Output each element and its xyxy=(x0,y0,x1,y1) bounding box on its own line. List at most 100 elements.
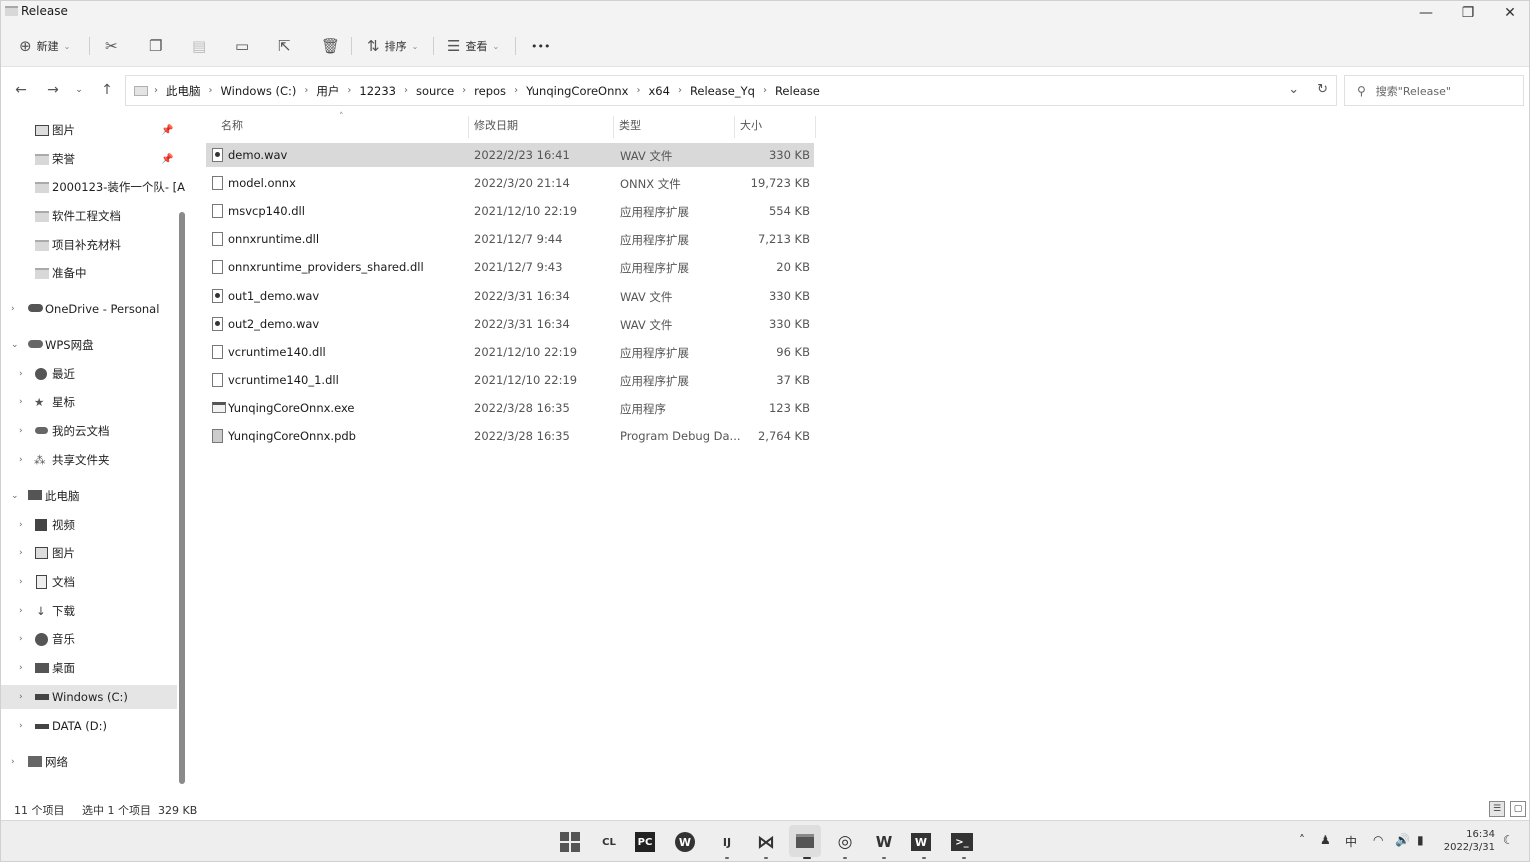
column-header-type[interactable]: 类型 xyxy=(619,112,641,138)
file-row[interactable]: out1_demo.wav 2022/3/31 16:34 WAV 文件 330… xyxy=(206,284,814,308)
file-row[interactable]: vcruntime140_1.dll 2021/12/10 22:19 应用程序… xyxy=(206,368,814,392)
search-box[interactable]: ⚲ 搜索"Release" xyxy=(1344,75,1524,106)
sidebar-item-downloads[interactable]: › ↓ 下载 xyxy=(1,599,177,623)
crumb[interactable]: Windows (C:) xyxy=(221,84,297,98)
column-header-size[interactable]: 大小 xyxy=(740,112,762,138)
baidu-app-icon[interactable]: W xyxy=(675,832,695,852)
maximize-button[interactable]: ❐ xyxy=(1447,1,1489,25)
delete-button[interactable]: 🗑 xyxy=(321,34,340,58)
sidebar-item-videos[interactable]: › 视频 xyxy=(1,513,177,537)
column-divider[interactable] xyxy=(815,116,816,138)
address-history-chevron-icon[interactable]: ⌄ xyxy=(1288,82,1299,97)
sidebar-item-cloud-docs[interactable]: › 我的云文档 xyxy=(1,419,177,443)
sidebar-scrollbar[interactable] xyxy=(179,212,185,784)
sidebar-item-team-folder[interactable]: 2000123-装作一个队- [A xyxy=(1,175,185,199)
crumb[interactable]: Release_Yq xyxy=(690,84,755,98)
file-row[interactable]: msvcp140.dll 2021/12/10 22:19 应用程序扩展 554… xyxy=(206,199,814,223)
clion-app-icon[interactable]: CL xyxy=(596,829,622,855)
crumb[interactable]: x64 xyxy=(648,84,669,98)
address-bar[interactable]: › 此电脑 › Windows (C:) › 用户 › 12233 › sour… xyxy=(125,75,1337,106)
minimize-button[interactable]: — xyxy=(1405,1,1447,25)
battery-icon[interactable]: ▮ xyxy=(1417,833,1424,847)
file-explorer-taskbar-icon[interactable] xyxy=(789,825,821,857)
chevron-right-icon[interactable]: › xyxy=(19,721,23,731)
system-clock[interactable]: 16:34 2022/3/31 xyxy=(1441,828,1495,854)
crumb-current[interactable]: Release xyxy=(775,84,820,98)
file-row[interactable]: YunqingCoreOnnx.pdb 2022/3/28 16:35 Prog… xyxy=(206,424,814,448)
chevron-right-icon[interactable]: › xyxy=(19,606,23,616)
sidebar-item-pictures[interactable]: › 图片 xyxy=(1,541,177,565)
sidebar-item-this-pc[interactable]: ⌄ 此电脑 xyxy=(1,484,177,508)
crumb[interactable]: repos xyxy=(474,84,506,98)
chevron-right-icon[interactable]: › xyxy=(19,548,23,558)
sidebar-item-software-docs[interactable]: 软件工程文档 xyxy=(1,204,177,228)
word-icon[interactable]: W xyxy=(911,833,931,851)
sidebar-item-preparing[interactable]: 准备中 xyxy=(1,261,177,285)
input-method-indicator[interactable]: 中 xyxy=(1345,833,1357,850)
chevron-right-icon[interactable]: › xyxy=(19,455,23,465)
volume-icon[interactable]: 🔊 xyxy=(1395,833,1410,847)
chevron-right-icon[interactable]: › xyxy=(19,520,23,530)
sidebar-item-starred[interactable]: › ★ 星标 xyxy=(1,390,177,414)
chevron-right-icon[interactable]: › xyxy=(19,369,23,379)
notification-moon-icon[interactable]: ☾ xyxy=(1503,833,1514,847)
column-divider[interactable] xyxy=(468,116,469,138)
close-button[interactable]: ✕ xyxy=(1489,1,1530,25)
file-row[interactable]: demo.wav 2022/2/23 16:41 WAV 文件 330 KB xyxy=(206,143,814,167)
chevron-right-icon[interactable]: › xyxy=(19,663,23,673)
crumb[interactable]: YunqingCoreOnnx xyxy=(526,84,628,98)
refresh-icon[interactable]: ↻ xyxy=(1317,82,1328,97)
chevron-up-icon[interactable]: ˄ xyxy=(1299,833,1305,847)
file-row[interactable]: onnxruntime.dll 2021/12/7 9:44 应用程序扩展 7,… xyxy=(206,227,814,251)
sidebar-item-documents[interactable]: › 文档 xyxy=(1,570,177,594)
pycharm-app-icon[interactable]: PC xyxy=(635,832,655,852)
sidebar-item-windows-c[interactable]: › Windows (C:) xyxy=(1,685,177,709)
chevron-right-icon[interactable]: › xyxy=(19,634,23,644)
forward-button[interactable]: → xyxy=(43,80,63,100)
sidebar-item-wps-drive[interactable]: ⌄ WPS网盘 xyxy=(1,333,177,357)
view-button[interactable]: ☰ 查看 ⌄ xyxy=(447,34,499,58)
sidebar-item-data-d[interactable]: › DATA (D:) xyxy=(1,714,177,738)
wifi-icon[interactable]: ◠ xyxy=(1373,833,1383,847)
sidebar-item-project-materials[interactable]: 项目补充材料 xyxy=(1,233,177,257)
more-options-button[interactable]: ••• xyxy=(531,34,550,58)
column-divider[interactable] xyxy=(734,116,735,138)
crumb[interactable]: 用户 xyxy=(316,83,339,99)
sidebar-item-shared-folders[interactable]: › ⁂ 共享文件夹 xyxy=(1,448,177,472)
sidebar-item-honors[interactable]: 荣誉 📌 xyxy=(1,147,177,171)
chevron-right-icon[interactable]: › xyxy=(19,577,23,587)
sidebar-item-music[interactable]: › 音乐 xyxy=(1,627,177,651)
chevron-right-icon[interactable]: › xyxy=(19,426,23,436)
sort-button[interactable]: ⇅ 排序 ⌄ xyxy=(367,34,418,58)
details-view-button[interactable]: ☰ xyxy=(1489,801,1505,817)
column-divider[interactable] xyxy=(613,116,614,138)
paste-button[interactable]: ▤ xyxy=(192,34,206,58)
sidebar-item-recent[interactable]: › 最近 xyxy=(1,362,177,386)
chevron-down-icon[interactable]: ⌄ xyxy=(11,491,19,501)
column-header-date[interactable]: 修改日期 xyxy=(474,112,518,138)
chevron-right-icon[interactable]: › xyxy=(11,304,15,314)
crumb[interactable]: source xyxy=(416,84,454,98)
sidebar-item-pictures-pinned[interactable]: 图片 📌 xyxy=(1,118,177,142)
file-row[interactable]: onnxruntime_providers_shared.dll 2021/12… xyxy=(206,255,814,279)
copy-button[interactable]: ❐ xyxy=(149,34,162,58)
recent-locations-button[interactable]: ⌄ xyxy=(69,80,89,100)
wps-office-icon[interactable]: W xyxy=(871,829,897,855)
file-row[interactable]: model.onnx 2022/3/20 21:14 ONNX 文件 19,72… xyxy=(206,171,814,195)
sidebar-item-desktop[interactable]: › 桌面 xyxy=(1,656,177,680)
chevron-right-icon[interactable]: › xyxy=(11,757,15,767)
sidebar-item-onedrive[interactable]: › OneDrive - Personal xyxy=(1,297,177,321)
new-button[interactable]: ⊕ 新建 ⌄ xyxy=(19,34,70,58)
intellij-app-icon[interactable]: IJ xyxy=(714,829,740,855)
rename-button[interactable]: ▭ xyxy=(235,34,249,58)
file-row[interactable]: vcruntime140.dll 2021/12/10 22:19 应用程序扩展… xyxy=(206,340,814,364)
crumb[interactable]: 此电脑 xyxy=(166,83,201,99)
qq-tray-icon[interactable]: ♟ xyxy=(1320,833,1331,847)
chevron-right-icon[interactable]: › xyxy=(19,692,23,702)
cut-button[interactable]: ✂ xyxy=(105,34,118,58)
chrome-icon[interactable]: ◎ xyxy=(832,829,858,855)
visual-studio-icon[interactable]: ⋈ xyxy=(753,829,779,855)
crumb[interactable]: 12233 xyxy=(359,84,396,98)
file-row[interactable]: YunqingCoreOnnx.exe 2022/3/28 16:35 应用程序… xyxy=(206,396,814,420)
chevron-down-icon[interactable]: ⌄ xyxy=(11,340,19,350)
